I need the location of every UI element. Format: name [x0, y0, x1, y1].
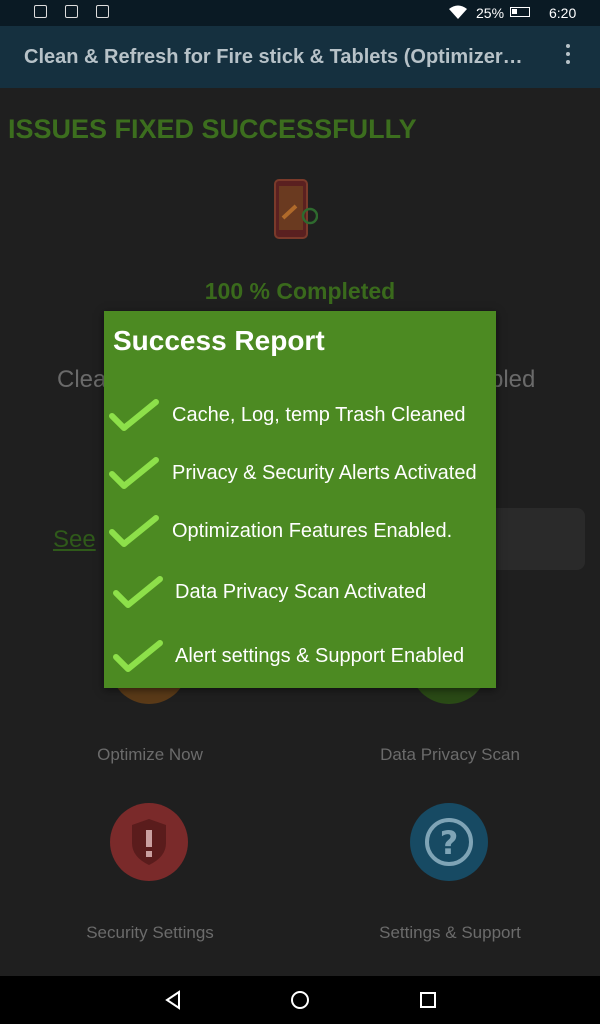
image-edit-notification-icon: [65, 5, 78, 18]
checkmark-icon: [109, 457, 159, 489]
security-settings-label[interactable]: Security Settings: [0, 923, 300, 943]
image-edit-notification-icon: [96, 5, 109, 18]
report-item-text: Alert settings & Support Enabled: [175, 645, 465, 667]
checkmark-icon: [113, 640, 163, 672]
image-notification-icon: [34, 5, 47, 18]
clock: 6:20: [549, 5, 577, 21]
settings-support-button[interactable]: ?: [410, 803, 488, 881]
see-details-link[interactable]: See: [53, 526, 96, 554]
background-text-left: Clea: [57, 366, 107, 393]
checkmark-icon: [113, 576, 163, 608]
optimize-now-label[interactable]: Optimize Now: [0, 745, 300, 765]
shield-alert-icon: [132, 819, 166, 865]
wifi-icon: [449, 5, 467, 19]
status-bar: 25% 6:20: [0, 0, 600, 26]
dialog-title: Success Report: [113, 325, 325, 356]
page-heading: ISSUES FIXED SUCCESSFULLY: [8, 114, 417, 144]
report-item-text: Optimization Features Enabled.: [172, 520, 453, 542]
app-title: Clean & Refresh for Fire stick & Tablets…: [24, 46, 524, 68]
help-icon: ?: [425, 818, 473, 866]
report-item-text: Cache, Log, temp Trash Cleaned: [172, 404, 466, 426]
navigation-bar: [0, 976, 600, 1024]
success-report-dialog[interactable]: Success Report Cache, Log, temp Trash Cl…: [104, 311, 496, 688]
more-vert-icon[interactable]: [566, 44, 572, 68]
settings-support-label[interactable]: Settings & Support: [300, 923, 600, 943]
battery-percent: 25%: [476, 5, 505, 21]
checkmark-icon: [109, 515, 159, 547]
back-icon[interactable]: [162, 988, 184, 1012]
security-settings-button[interactable]: [110, 803, 188, 881]
completed-status: 100 % Completed: [204, 278, 396, 304]
phone-repair-icon: [274, 179, 318, 239]
report-item: Cache, Log, temp Trash Cleaned: [104, 396, 496, 436]
background-text-right: bled: [490, 366, 536, 393]
svg-text:?: ?: [440, 824, 459, 862]
report-item-text: Privacy & Security Alerts Activated: [172, 462, 477, 484]
data-privacy-scan-label[interactable]: Data Privacy Scan: [300, 745, 600, 765]
recents-icon[interactable]: [417, 988, 439, 1012]
report-item: Privacy & Security Alerts Activated: [104, 454, 496, 494]
report-item: Alert settings & Support Enabled: [104, 637, 496, 677]
report-item: Optimization Features Enabled.: [104, 512, 496, 552]
home-icon[interactable]: [289, 988, 311, 1012]
report-item: Data Privacy Scan Activated: [104, 573, 496, 613]
checkmark-icon: [109, 399, 159, 431]
report-item-text: Data Privacy Scan Activated: [175, 581, 427, 603]
battery-icon: [510, 7, 530, 17]
app-bar: Clean & Refresh for Fire stick & Tablets…: [0, 26, 600, 88]
